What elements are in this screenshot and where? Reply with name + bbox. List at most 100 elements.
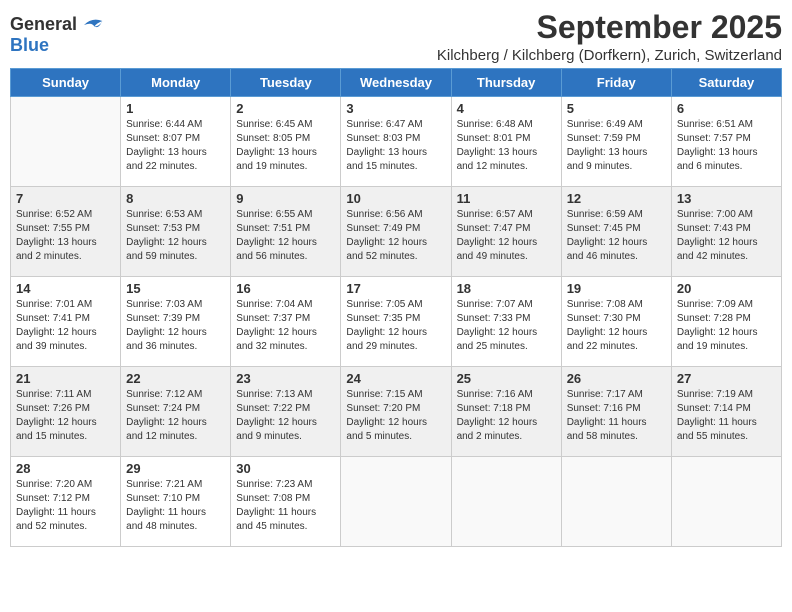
calendar-cell: 14 Sunrise: 7:01 AM Sunset: 7:41 PM Dayli… — [11, 277, 121, 367]
day-detail: Sunrise: 7:05 AM Sunset: 7:35 PM Dayligh… — [346, 298, 445, 354]
day-detail: Sunrise: 7:15 AM Sunset: 7:20 PM Dayligh… — [346, 388, 445, 444]
calendar-cell: 7 Sunrise: 6:52 AM Sunset: 7:55 PM Daylig… — [11, 187, 121, 277]
day-detail: Sunrise: 7:03 AM Sunset: 7:39 PM Dayligh… — [126, 298, 225, 354]
calendar-week-row: 28 Sunrise: 7:20 AM Sunset: 7:12 PM Dayli… — [11, 457, 782, 547]
calendar-cell: 25Sunrise: 7:16 AM Sunset: 7:18 PM Dayli… — [451, 367, 561, 457]
day-number: 24 — [346, 371, 445, 386]
day-detail: Sunrise: 6:52 AM Sunset: 7:55 PM Dayligh… — [16, 208, 115, 264]
day-detail: Sunrise: 6:44 AM Sunset: 8:07 PM Dayligh… — [126, 118, 225, 174]
column-header-sunday: Sunday — [11, 69, 121, 97]
day-number: 20 — [677, 281, 776, 296]
column-header-tuesday: Tuesday — [231, 69, 341, 97]
day-detail: Sunrise: 7:20 AM Sunset: 7:12 PM Dayligh… — [16, 478, 115, 534]
day-number: 15 — [126, 281, 225, 296]
day-number: 7 — [16, 191, 115, 206]
column-header-wednesday: Wednesday — [341, 69, 451, 97]
day-detail: Sunrise: 6:49 AM Sunset: 7:59 PM Dayligh… — [567, 118, 666, 174]
day-number: 26 — [567, 371, 666, 386]
day-detail: Sunrise: 7:09 AM Sunset: 7:28 PM Dayligh… — [677, 298, 776, 354]
logo-general-text: General — [10, 14, 77, 35]
calendar-header-row: SundayMondayTuesdayWednesdayThursdayFrid… — [11, 69, 782, 97]
day-detail: Sunrise: 7:16 AM Sunset: 7:18 PM Dayligh… — [457, 388, 556, 444]
calendar-cell: 27 Sunrise: 7:19 AM Sunset: 7:14 PM Dayli… — [671, 367, 781, 457]
day-detail: Sunrise: 6:48 AM Sunset: 8:01 PM Dayligh… — [457, 118, 556, 174]
calendar-table: SundayMondayTuesdayWednesdayThursdayFrid… — [10, 68, 782, 547]
day-detail: Sunrise: 7:07 AM Sunset: 7:33 PM Dayligh… — [457, 298, 556, 354]
calendar-cell — [11, 97, 121, 187]
title-area: September 2025 Kilchberg / Kilchberg (Do… — [124, 10, 782, 64]
calendar-cell: 6 Sunrise: 6:51 AM Sunset: 7:57 PM Daylig… — [671, 97, 781, 187]
page-header: General Blue September 2025 Kilchberg / … — [10, 10, 782, 64]
column-header-friday: Friday — [561, 69, 671, 97]
day-number: 8 — [126, 191, 225, 206]
calendar-cell: 22 Sunrise: 7:12 AM Sunset: 7:24 PM Dayli… — [121, 367, 231, 457]
day-detail: Sunrise: 6:59 AM Sunset: 7:45 PM Dayligh… — [567, 208, 666, 264]
column-header-thursday: Thursday — [451, 69, 561, 97]
day-number: 19 — [567, 281, 666, 296]
calendar-cell: 15 Sunrise: 7:03 AM Sunset: 7:39 PM Dayli… — [121, 277, 231, 367]
day-number: 28 — [16, 461, 115, 476]
day-detail: Sunrise: 7:01 AM Sunset: 7:41 PM Dayligh… — [16, 298, 115, 354]
day-number: 30 — [236, 461, 335, 476]
column-header-monday: Monday — [121, 69, 231, 97]
calendar-week-row: 21 Sunrise: 7:11 AM Sunset: 7:26 PM Dayli… — [11, 367, 782, 457]
day-detail: Sunrise: 7:19 AM Sunset: 7:14 PM Dayligh… — [677, 388, 776, 444]
day-detail: Sunrise: 6:45 AM Sunset: 8:05 PM Dayligh… — [236, 118, 335, 174]
calendar-cell: 9 Sunrise: 6:55 AM Sunset: 7:51 PM Daylig… — [231, 187, 341, 277]
day-detail: Sunrise: 7:21 AM Sunset: 7:10 PM Dayligh… — [126, 478, 225, 534]
day-number: 2 — [236, 101, 335, 116]
calendar-week-row: 7 Sunrise: 6:52 AM Sunset: 7:55 PM Daylig… — [11, 187, 782, 277]
logo: General Blue — [10, 14, 104, 56]
calendar-cell: 29 Sunrise: 7:21 AM Sunset: 7:10 PM Dayli… — [121, 457, 231, 547]
calendar-cell: 24 Sunrise: 7:15 AM Sunset: 7:20 PM Dayli… — [341, 367, 451, 457]
calendar-cell: 12Sunrise: 6:59 AM Sunset: 7:45 PM Dayli… — [561, 187, 671, 277]
day-number: 1 — [126, 101, 225, 116]
calendar-week-row: 1 Sunrise: 6:44 AM Sunset: 8:07 PM Daylig… — [11, 97, 782, 187]
day-number: 6 — [677, 101, 776, 116]
calendar-cell: 16 Sunrise: 7:04 AM Sunset: 7:37 PM Dayli… — [231, 277, 341, 367]
day-detail: Sunrise: 6:57 AM Sunset: 7:47 PM Dayligh… — [457, 208, 556, 264]
calendar-cell: 19Sunrise: 7:08 AM Sunset: 7:30 PM Dayli… — [561, 277, 671, 367]
day-number: 29 — [126, 461, 225, 476]
day-number: 16 — [236, 281, 335, 296]
calendar-cell: 17 Sunrise: 7:05 AM Sunset: 7:35 PM Dayli… — [341, 277, 451, 367]
day-number: 10 — [346, 191, 445, 206]
day-detail: Sunrise: 6:51 AM Sunset: 7:57 PM Dayligh… — [677, 118, 776, 174]
day-number: 14 — [16, 281, 115, 296]
day-number: 23 — [236, 371, 335, 386]
day-number: 13 — [677, 191, 776, 206]
day-detail: Sunrise: 6:53 AM Sunset: 7:53 PM Dayligh… — [126, 208, 225, 264]
calendar-cell — [341, 457, 451, 547]
day-number: 4 — [457, 101, 556, 116]
calendar-cell: 11 Sunrise: 6:57 AM Sunset: 7:47 PM Dayli… — [451, 187, 561, 277]
calendar-cell: 8 Sunrise: 6:53 AM Sunset: 7:53 PM Daylig… — [121, 187, 231, 277]
calendar-subtitle: Kilchberg / Kilchberg (Dorfkern), Zurich… — [124, 47, 782, 64]
calendar-cell: 28 Sunrise: 7:20 AM Sunset: 7:12 PM Dayli… — [11, 457, 121, 547]
calendar-cell: 20 Sunrise: 7:09 AM Sunset: 7:28 PM Dayli… — [671, 277, 781, 367]
day-number: 27 — [677, 371, 776, 386]
calendar-cell: 26Sunrise: 7:17 AM Sunset: 7:16 PM Dayli… — [561, 367, 671, 457]
day-detail: Sunrise: 6:55 AM Sunset: 7:51 PM Dayligh… — [236, 208, 335, 264]
calendar-cell: 1 Sunrise: 6:44 AM Sunset: 8:07 PM Daylig… — [121, 97, 231, 187]
day-number: 9 — [236, 191, 335, 206]
day-detail: Sunrise: 7:12 AM Sunset: 7:24 PM Dayligh… — [126, 388, 225, 444]
calendar-title: September 2025 — [124, 10, 782, 45]
calendar-cell: 13 Sunrise: 7:00 AM Sunset: 7:43 PM Dayli… — [671, 187, 781, 277]
day-detail: Sunrise: 7:11 AM Sunset: 7:26 PM Dayligh… — [16, 388, 115, 444]
day-detail: Sunrise: 7:00 AM Sunset: 7:43 PM Dayligh… — [677, 208, 776, 264]
day-number: 11 — [457, 191, 556, 206]
day-number: 5 — [567, 101, 666, 116]
day-number: 21 — [16, 371, 115, 386]
logo-bird-icon — [80, 17, 104, 33]
day-number: 22 — [126, 371, 225, 386]
day-detail: Sunrise: 7:04 AM Sunset: 7:37 PM Dayligh… — [236, 298, 335, 354]
day-number: 3 — [346, 101, 445, 116]
calendar-cell: 21 Sunrise: 7:11 AM Sunset: 7:26 PM Dayli… — [11, 367, 121, 457]
day-detail: Sunrise: 7:23 AM Sunset: 7:08 PM Dayligh… — [236, 478, 335, 534]
day-number: 17 — [346, 281, 445, 296]
day-detail: Sunrise: 6:56 AM Sunset: 7:49 PM Dayligh… — [346, 208, 445, 264]
calendar-cell: 5 Sunrise: 6:49 AM Sunset: 7:59 PM Daylig… — [561, 97, 671, 187]
logo-blue-text: Blue — [10, 35, 49, 56]
calendar-cell: 30 Sunrise: 7:23 AM Sunset: 7:08 PM Dayli… — [231, 457, 341, 547]
calendar-cell — [561, 457, 671, 547]
